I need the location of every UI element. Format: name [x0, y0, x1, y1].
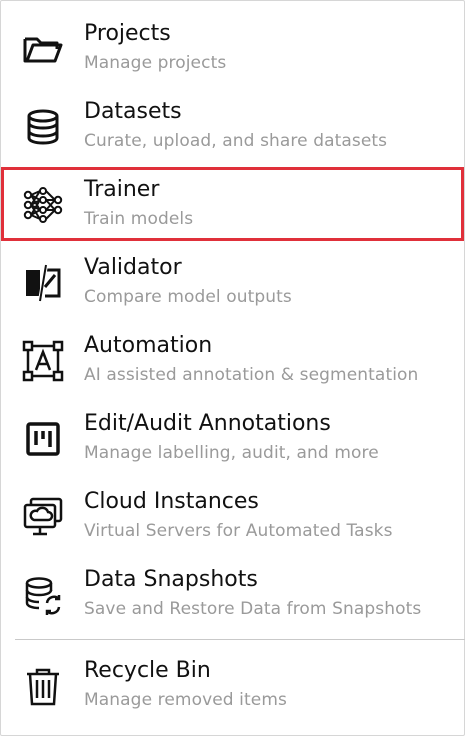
menu-item-subtitle: Curate, upload, and share datasets	[84, 131, 388, 151]
database-sync-icon	[21, 573, 65, 617]
menu-item-trainer[interactable]: Trainer Train models	[1, 166, 465, 244]
menu-item-validator[interactable]: Validator Compare model outputs	[1, 244, 465, 322]
annotation-box-icon	[21, 339, 65, 383]
menu-item-subtitle: Virtual Servers for Automated Tasks	[84, 521, 393, 541]
menu-item-title: Trainer	[84, 177, 160, 202]
menu-item-subtitle: Save and Restore Data from Snapshots	[84, 599, 422, 619]
neural-network-icon	[21, 183, 65, 227]
menu-divider	[15, 639, 465, 640]
kanban-icon	[21, 417, 65, 461]
menu-item-cloud-instances[interactable]: Cloud Instances Virtual Servers for Auto…	[1, 478, 465, 556]
database-icon	[21, 105, 65, 149]
menu-item-title: Datasets	[84, 99, 182, 124]
folder-icon	[21, 27, 65, 71]
menu-item-title: Automation	[84, 333, 213, 358]
menu-item-projects[interactable]: Projects Manage projects	[1, 10, 465, 88]
menu-item-subtitle: Manage labelling, audit, and more	[84, 443, 379, 463]
menu-item-recycle-bin[interactable]: Recycle Bin Manage removed items	[1, 647, 465, 725]
menu-item-title: Projects	[84, 21, 171, 46]
menu-item-title: Cloud Instances	[84, 489, 259, 514]
cloud-monitor-icon	[21, 495, 65, 539]
menu-item-title: Recycle Bin	[84, 658, 211, 683]
menu-item-subtitle: Manage projects	[84, 53, 227, 73]
menu-item-automation[interactable]: Automation AI assisted annotation & segm…	[1, 322, 465, 400]
menu-panel: Projects Manage projects Datasets Curate…	[0, 0, 465, 736]
menu-item-title: Validator	[84, 255, 182, 280]
menu-item-title: Data Snapshots	[84, 567, 258, 592]
trash-icon	[21, 664, 65, 708]
menu-item-datasets[interactable]: Datasets Curate, upload, and share datas…	[1, 88, 465, 166]
menu-item-subtitle: AI assisted annotation & segmentation	[84, 365, 419, 385]
menu-item-subtitle: Manage removed items	[84, 690, 287, 710]
compare-icon	[21, 261, 65, 305]
menu-item-subtitle: Compare model outputs	[84, 287, 292, 307]
menu-item-edit-audit-annotations[interactable]: Edit/Audit Annotations Manage labelling,…	[1, 400, 465, 478]
menu-item-title: Edit/Audit Annotations	[84, 411, 331, 436]
menu-item-subtitle: Train models	[84, 209, 194, 229]
menu-item-data-snapshots[interactable]: Data Snapshots Save and Restore Data fro…	[1, 556, 465, 634]
